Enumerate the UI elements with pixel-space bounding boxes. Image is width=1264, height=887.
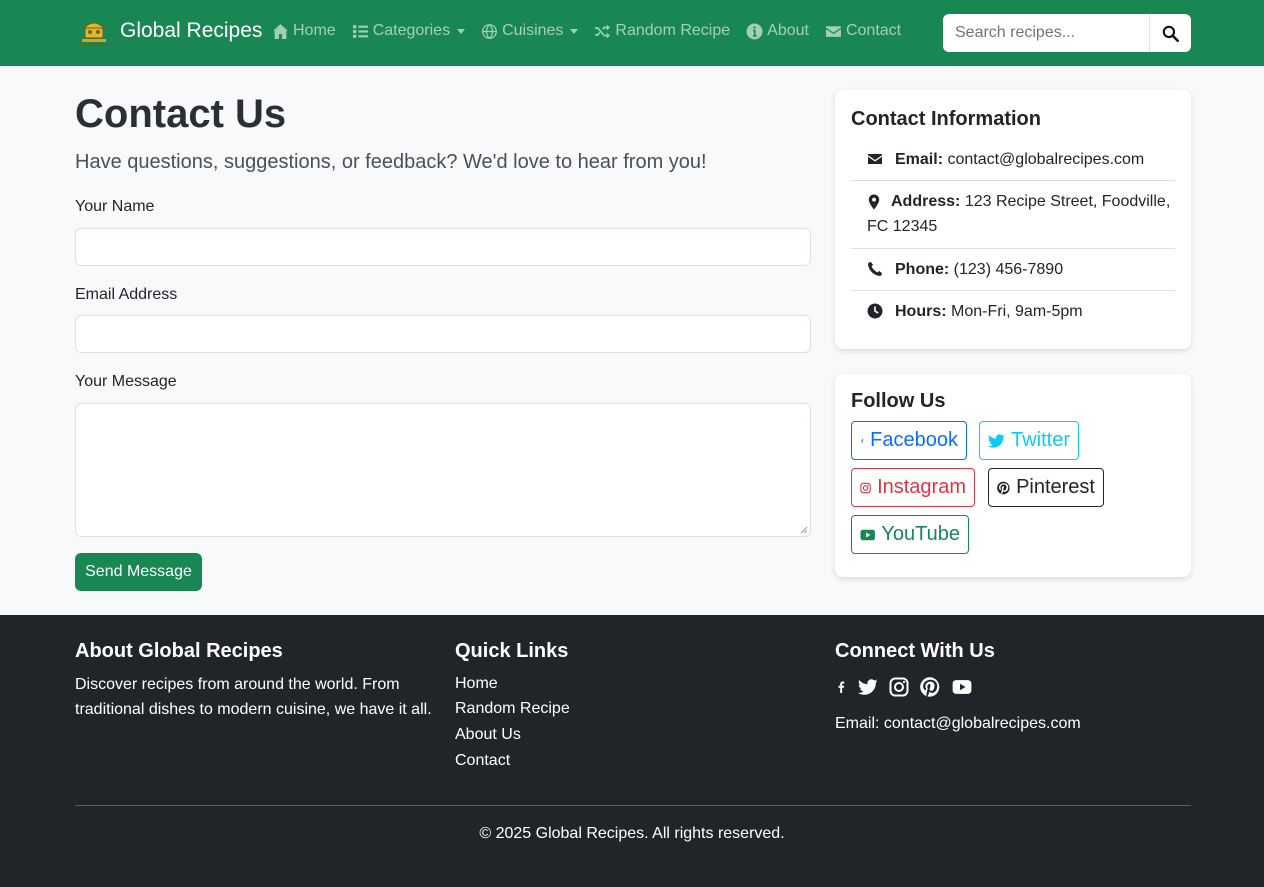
clock-icon (867, 303, 883, 319)
nav-home[interactable]: Home (272, 22, 336, 40)
footer-links-title: Quick Links (455, 640, 569, 662)
youtube-icon[interactable] (951, 677, 973, 697)
instagram-button[interactable]: Instagram (851, 468, 975, 507)
footer-connect-title: Connect With Us (835, 640, 995, 662)
send-message-button[interactable]: Send Message (75, 553, 202, 591)
resize-handle-icon[interactable] (800, 526, 808, 534)
follow-us-card: Follow Us Facebook Twitter Instagram Pin… (835, 374, 1191, 577)
footer-link-home[interactable]: Home (455, 675, 498, 693)
message-field[interactable] (75, 403, 811, 537)
instagram-icon[interactable] (889, 677, 909, 697)
contact-email-label: Email: (895, 151, 944, 168)
twitter-button[interactable]: Twitter (979, 421, 1079, 460)
pinterest-icon (997, 481, 1010, 494)
phone-icon (868, 261, 883, 276)
shuffle-icon (595, 23, 611, 39)
contact-hours-value: Mon-Fri, 9am-5pm (951, 303, 1083, 320)
contact-address-item: Address: 123 Recipe Street, Foodville, F… (851, 181, 1175, 249)
footer-social-icons (835, 677, 973, 697)
nav-contact-label: Contact (845, 22, 902, 39)
instagram-label: Instagram (877, 476, 966, 498)
footer-divider (75, 805, 1191, 806)
contact-address-line1: Address: 123 Recipe Street, Foodville, (891, 189, 1170, 214)
email-field[interactable] (75, 315, 811, 353)
nav-links: Home Categories Cuisines Random Recipe A… (272, 22, 917, 40)
contact-address-value: 123 Recipe Street, Foodville, (964, 193, 1171, 210)
nav-about-label: About (767, 22, 809, 39)
info-icon (746, 23, 763, 39)
chevron-down-icon (457, 28, 466, 34)
instagram-icon (860, 482, 871, 493)
footer-link-about-us[interactable]: About Us (455, 726, 521, 744)
footer-email: Email: contact@globalrecipes.com (835, 715, 1081, 732)
nav-categories-label: Categories (372, 22, 451, 39)
footer-about-text-2: traditional dishes to modern cuisine, we… (75, 701, 432, 718)
page-lead: Have questions, suggestions, or feedback… (75, 151, 707, 173)
pinterest-button[interactable]: Pinterest (988, 468, 1104, 507)
search-input[interactable] (943, 14, 1149, 52)
recipe-hub-logo-icon (80, 22, 108, 46)
map-marker-icon (868, 194, 880, 210)
contact-email-text: Email: contact@globalrecipes.com (895, 147, 1144, 172)
contact-phone-label: Phone: (895, 261, 950, 278)
contact-hours-text: Hours: Mon-Fri, 9am-5pm (895, 299, 1083, 324)
search-icon (1162, 25, 1179, 42)
message-label: Your Message (75, 373, 177, 390)
navbar: Global Recipes Home Categories Cuisines … (0, 0, 1264, 66)
facebook-label: Facebook (870, 429, 958, 451)
brand-name: Global Recipes (120, 19, 263, 42)
footer-link-random-recipe[interactable]: Random Recipe (455, 700, 570, 718)
globe-icon (482, 23, 498, 39)
name-label: Your Name (75, 198, 155, 215)
footer-about-text-1: Discover recipes from around the world. … (75, 676, 400, 693)
twitter-label: Twitter (1011, 429, 1070, 451)
search-button[interactable] (1149, 14, 1191, 52)
page-title: Contact Us (75, 92, 287, 136)
contact-info-title: Contact Information (851, 108, 1041, 130)
twitter-icon (988, 433, 1005, 448)
youtube-icon (860, 529, 875, 540)
search-box (943, 14, 1191, 52)
contact-address-label: Address: (891, 193, 961, 210)
pinterest-icon[interactable] (920, 677, 940, 697)
email-label: Email Address (75, 286, 178, 303)
chevron-down-icon (570, 28, 579, 34)
contact-address-line2: FC 12345 (867, 218, 938, 235)
nav-random-recipe[interactable]: Random Recipe (594, 22, 730, 40)
follow-us-title: Follow Us (851, 390, 946, 412)
youtube-button[interactable]: YouTube (851, 515, 969, 554)
youtube-label: YouTube (881, 523, 960, 545)
facebook-icon (861, 438, 864, 443)
contact-phone-value: (123) 456-7890 (953, 261, 1064, 278)
nav-categories[interactable]: Categories (352, 22, 466, 40)
nav-cuisines[interactable]: Cuisines (481, 22, 579, 40)
envelope-icon (868, 154, 882, 164)
pinterest-label: Pinterest (1016, 476, 1095, 498)
twitter-icon[interactable] (858, 677, 878, 697)
nav-about[interactable]: About (746, 22, 809, 40)
contact-phone-item: Phone: (123) 456-7890 (851, 249, 1175, 291)
nav-home-label: Home (293, 22, 336, 39)
facebook-icon[interactable] (835, 677, 847, 697)
nav-contact[interactable]: Contact (825, 22, 901, 40)
footer-link-contact[interactable]: Contact (455, 752, 510, 770)
nav-random-recipe-label: Random Recipe (615, 22, 731, 39)
name-field[interactable] (75, 228, 811, 266)
footer: About Global Recipes Discover recipes fr… (0, 615, 1264, 887)
brand[interactable]: Global Recipes (78, 14, 262, 48)
contact-hours-label: Hours: (895, 303, 947, 320)
contact-email-value[interactable]: contact@globalrecipes.com (947, 151, 1144, 168)
nav-cuisines-label: Cuisines (502, 22, 564, 39)
footer-about-title: About Global Recipes (75, 640, 283, 662)
copyright: © 2025 Global Recipes. All rights reserv… (479, 825, 785, 842)
contact-email-item: Email: contact@globalrecipes.com (851, 146, 1175, 181)
list-icon (352, 24, 368, 38)
facebook-button[interactable]: Facebook (851, 421, 967, 460)
envelope-icon (826, 25, 841, 37)
contact-info-card: Contact Information Email: contact@globa… (835, 90, 1191, 349)
contact-hours-item: Hours: Mon-Fri, 9am-5pm (851, 291, 1175, 333)
home-icon (273, 23, 288, 39)
contact-phone-text: Phone: (123) 456-7890 (895, 257, 1063, 282)
